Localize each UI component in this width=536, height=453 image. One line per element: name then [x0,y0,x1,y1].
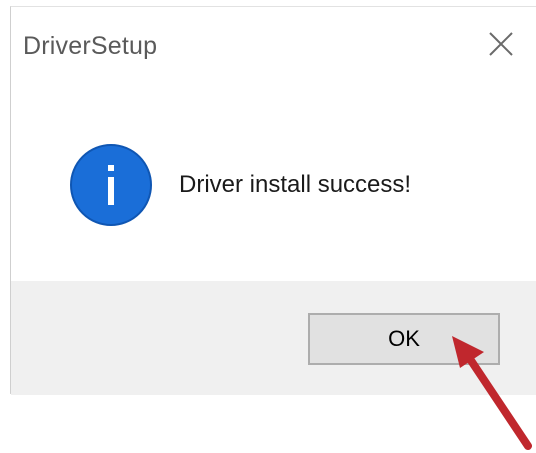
message-dialog: DriverSetup Driver install success! OK [10,6,536,395]
screenshot-canvas: DriverSetup Driver install success! OK [0,0,536,453]
info-icon [70,144,152,226]
dialog-message: Driver install success! [179,171,412,198]
dialog-title: DriverSetup [23,32,158,60]
close-button[interactable] [478,21,524,67]
dialog-footer: OK [11,281,536,395]
title-bar: DriverSetup [11,7,536,79]
dialog-content: Driver install success! [11,79,536,281]
ok-button[interactable]: OK [308,313,500,365]
close-icon [489,32,513,56]
